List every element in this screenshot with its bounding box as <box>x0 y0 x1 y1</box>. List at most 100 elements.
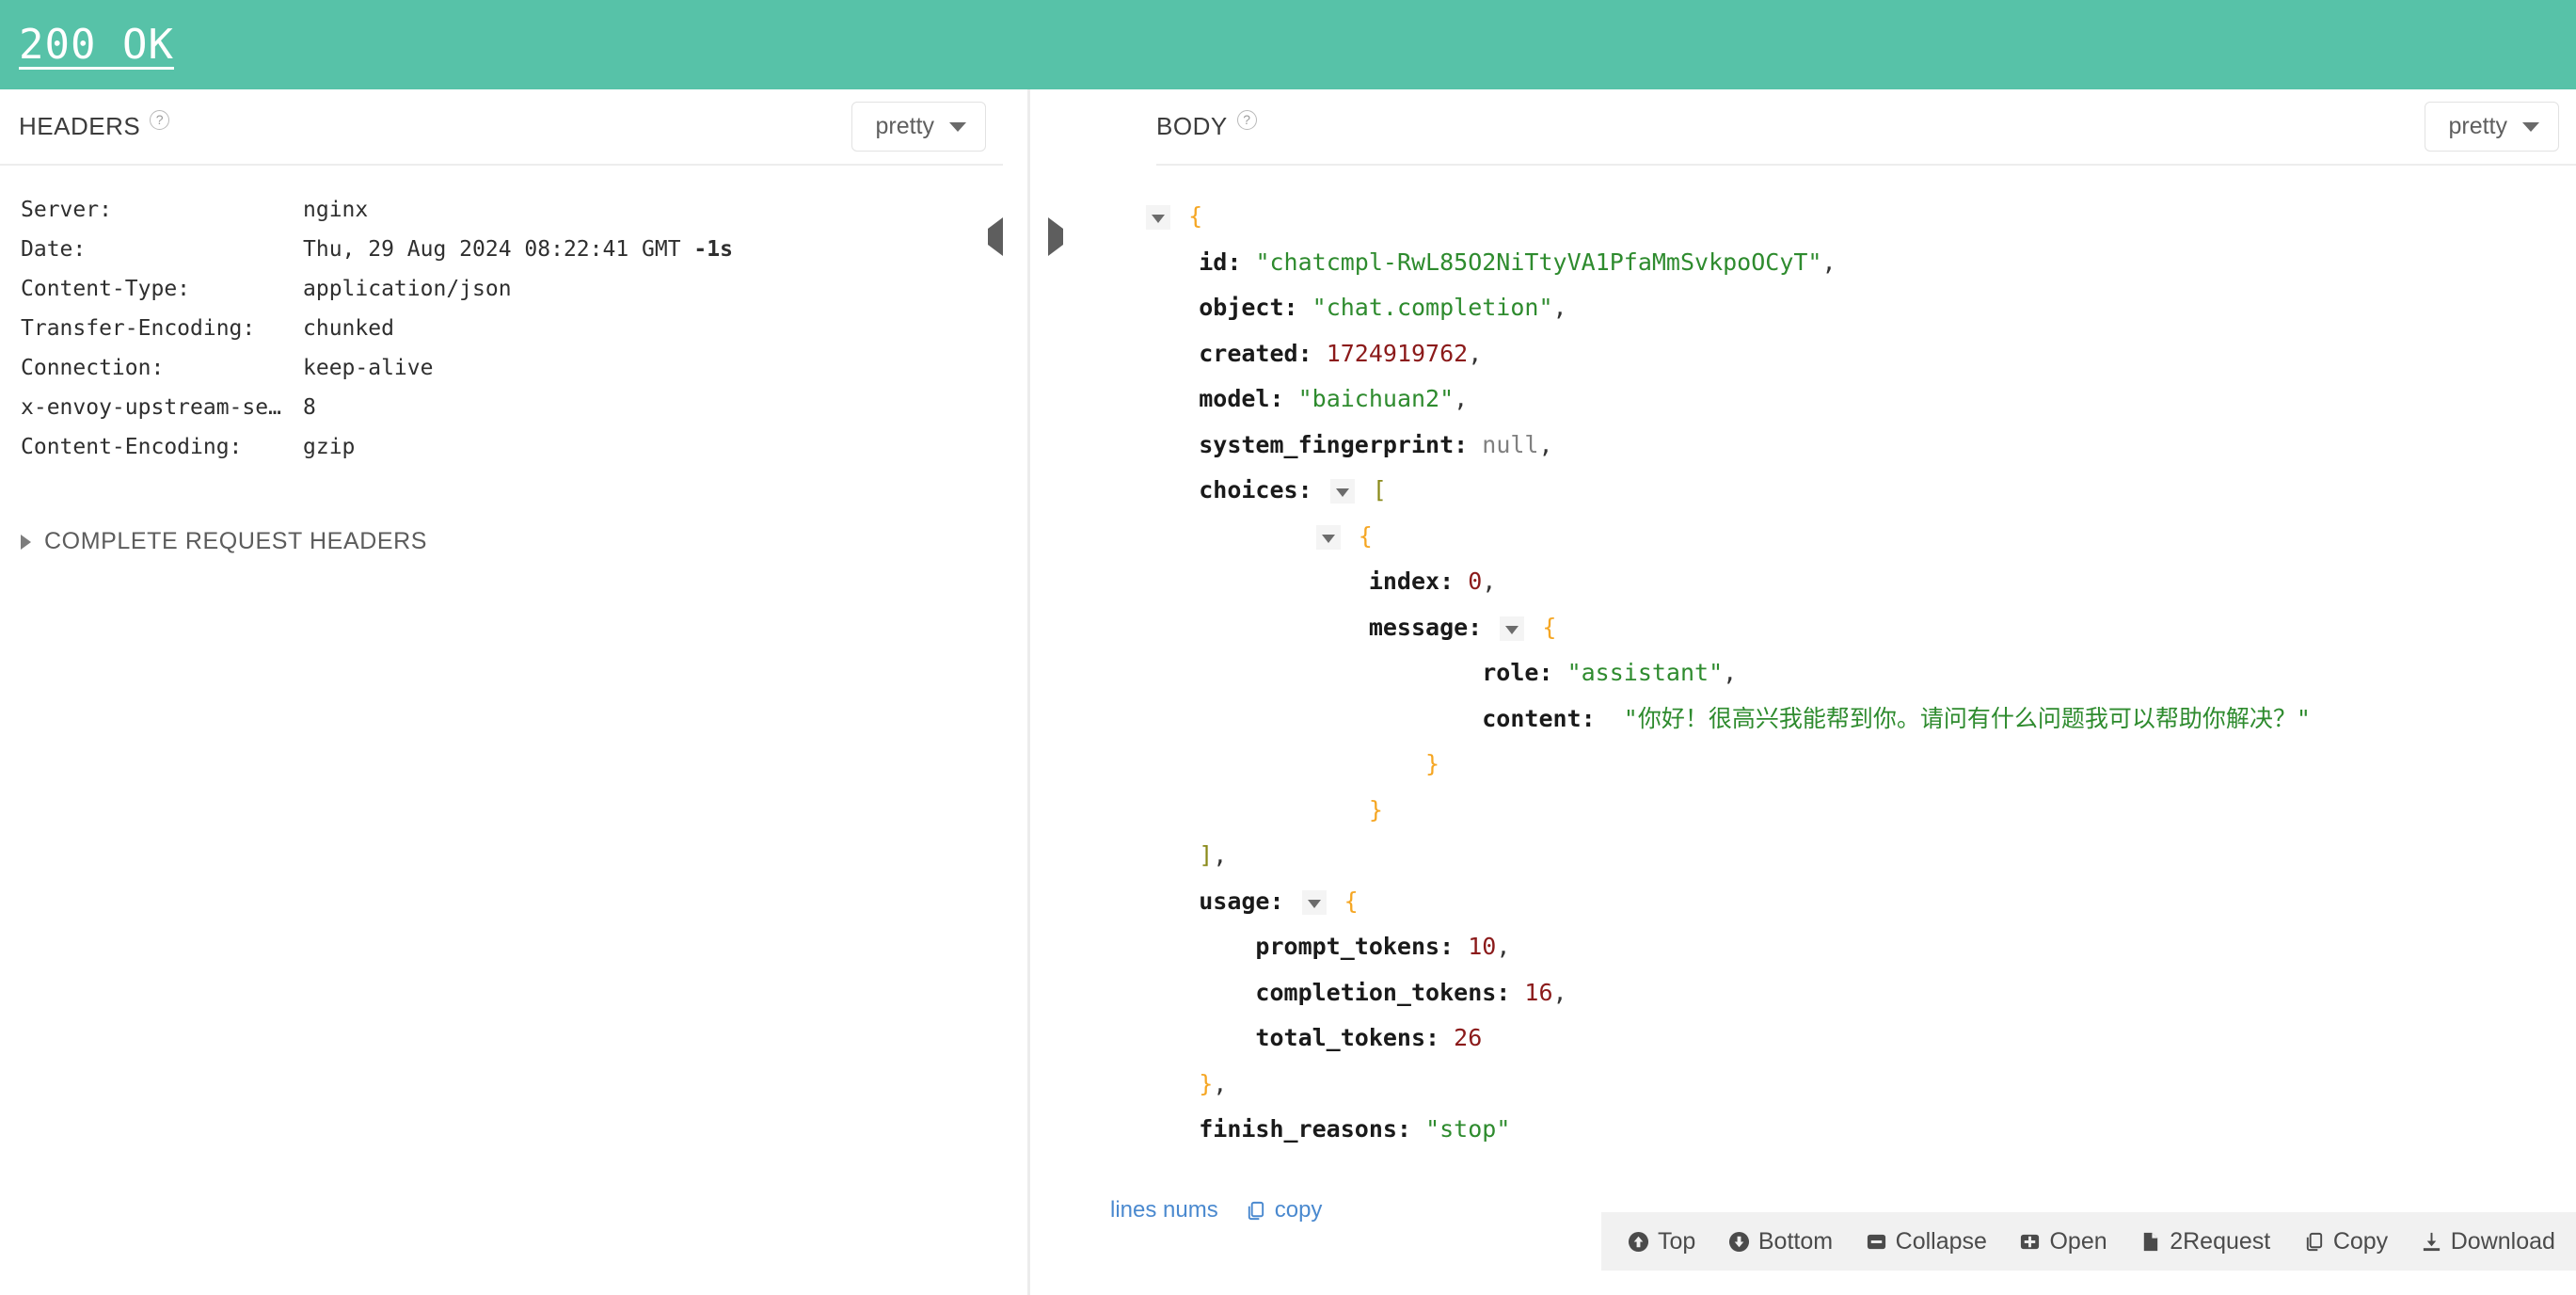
json-punctuation: , <box>1213 1069 1228 1097</box>
header-value: application/json <box>303 277 512 301</box>
header-key: x-envoy-upstream-se… <box>21 395 281 420</box>
json-collapse-toggle[interactable] <box>1315 524 1341 550</box>
collapse-right-button[interactable] <box>1048 217 1063 256</box>
json-punctuation: , <box>1454 385 1469 412</box>
toolbar-button-label: 2Request <box>2170 1227 2271 1255</box>
triangle-right-icon <box>1048 217 1063 256</box>
headers-panel-header-actions: pretty <box>851 102 1003 152</box>
toolbar-button-copy[interactable]: Copy <box>2303 1228 2388 1255</box>
toolbar-button-open[interactable]: Open <box>2019 1228 2107 1255</box>
complete-request-headers-label: COMPLETE REQUEST HEADERS <box>44 528 428 554</box>
json-line: message: { <box>1142 605 2576 651</box>
json-link-lines-nums[interactable]: lines nums <box>1110 1197 1218 1223</box>
json-space <box>1359 476 1373 504</box>
header-value: Thu, 29 Aug 2024 08:22:41 GMT -1s <box>303 237 733 262</box>
json-key: system_fingerprint: <box>1199 430 1469 458</box>
collapse-left-button[interactable] <box>988 217 1003 256</box>
json-string-value: "assistant" <box>1566 659 1724 686</box>
copy-icon <box>1245 1200 1266 1222</box>
json-punctuation: } <box>1142 1161 1156 1164</box>
body-panel-header-actions: pretty <box>2425 102 2576 152</box>
toolbar-button-2request[interactable]: 2Request <box>2139 1228 2270 1255</box>
toolbar-button-bottom[interactable]: Bottom <box>1728 1228 1833 1255</box>
json-line: id: "chatcmpl-RwL85O2NiTtyVA1PfaMmSvkpoO… <box>1142 240 2576 286</box>
toolbar-button-label: Collapse <box>1895 1227 1987 1255</box>
header-key: Server: <box>21 198 112 222</box>
header-key: Date: <box>21 237 87 262</box>
header-value: chunked <box>303 316 394 341</box>
json-key: total_tokens: <box>1255 1024 1440 1051</box>
json-key: id: <box>1199 248 1242 276</box>
toolbar-button-collapse[interactable]: Collapse <box>1866 1228 1987 1255</box>
json-punctuation <box>1298 294 1312 321</box>
json-punctuation: { <box>1358 521 1373 550</box>
status-banner: 200 OK <box>0 0 2576 89</box>
question-circle-icon[interactable]: ? <box>150 110 170 130</box>
json-punctuation: { <box>1542 613 1557 641</box>
json-line: role: "assistant", <box>1142 650 2576 696</box>
json-line: model: "baichuan2", <box>1142 376 2576 423</box>
body-format-select[interactable]: pretty <box>2425 102 2559 152</box>
json-punctuation: } <box>1199 1069 1214 1097</box>
json-collapse-toggle[interactable] <box>1329 479 1355 504</box>
header-value: keep-alive <box>303 356 434 380</box>
header-value-suffix: -1s <box>680 237 733 262</box>
header-key: Transfer-Encoding: <box>21 316 256 341</box>
toolbar-button-download[interactable]: Download <box>2421 1228 2555 1255</box>
json-line: ], <box>1142 833 2576 879</box>
json-key: role: <box>1482 659 1553 686</box>
headers-format-select[interactable]: pretty <box>851 102 986 152</box>
json-viewer[interactable]: { id: "chatcmpl-RwL85O2NiTtyVA1PfaMmSvkp… <box>1090 166 2576 1163</box>
json-key: content: <box>1482 704 1596 732</box>
headers-panel: HEADERS ? pretty Server: nginx Date: Thu, 2… <box>0 89 1003 1295</box>
json-space <box>1528 614 1542 641</box>
body-bottom-toolbar: Top Bottom Collapse Open 2Request Copy Downloa… <box>1601 1212 2576 1271</box>
json-line: prompt_tokens: 10, <box>1142 924 2576 970</box>
json-punctuation <box>1411 1115 1425 1143</box>
json-punctuation <box>1284 385 1298 412</box>
minus-square-icon <box>1866 1231 1887 1253</box>
toolbar-button-top[interactable]: Top <box>1628 1228 1695 1255</box>
toolbar-button-label: Copy <box>2332 1227 2389 1255</box>
headers-panel-header: HEADERS ? pretty <box>0 89 1003 164</box>
triangle-right-icon <box>21 534 31 550</box>
json-collapse-toggle[interactable] <box>1500 616 1525 641</box>
json-number-value: 1724919762 <box>1326 339 1469 367</box>
json-collapse-toggle[interactable] <box>1146 205 1170 230</box>
json-line: system_fingerprint: null, <box>1142 423 2576 469</box>
panels-split: HEADERS ? pretty Server: nginx Date: Thu, 2… <box>0 89 2576 1295</box>
panel-divider[interactable] <box>1027 89 1030 1295</box>
complete-request-headers-toggle[interactable]: COMPLETE REQUEST HEADERS <box>21 528 1003 555</box>
toolbar-button-label: Download <box>2450 1227 2555 1255</box>
json-space <box>1174 202 1188 230</box>
question-circle-icon[interactable]: ? <box>1236 110 1257 130</box>
json-collapse-toggle[interactable] <box>1301 889 1327 915</box>
toolbar-button-label: Bottom <box>1757 1227 1834 1255</box>
json-link-label: lines nums <box>1110 1197 1218 1223</box>
json-line: total_tokens: 26 <box>1142 1015 2576 1062</box>
json-key: created: <box>1199 339 1312 367</box>
json-punctuation <box>1468 431 1482 458</box>
json-line: } <box>1142 1153 2576 1164</box>
json-link-copy[interactable]: copy <box>1245 1197 1322 1223</box>
json-punctuation: , <box>1552 294 1567 321</box>
header-row: Content-Type: application/json <box>21 269 1003 309</box>
json-punctuation: } <box>1368 795 1383 823</box>
json-space <box>1344 522 1359 550</box>
header-value: 8 <box>303 395 316 420</box>
json-string-value: "chatcmpl-RwL85O2NiTtyVA1PfaMmSvkpoOCyT" <box>1255 248 1822 276</box>
json-key: completion_tokens: <box>1255 978 1511 1006</box>
status-code-text[interactable]: 200 OK <box>19 21 174 69</box>
